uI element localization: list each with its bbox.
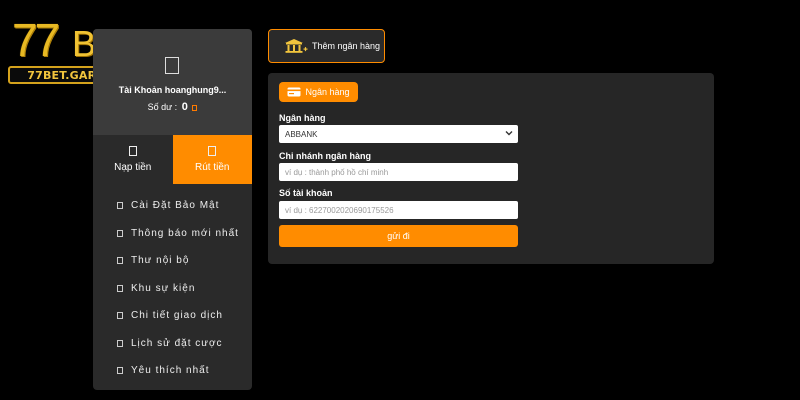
sidebar-item-inbox[interactable]: Thư nội bộ — [93, 247, 252, 275]
account-number-label: Số tài khoản — [279, 188, 333, 198]
submit-button[interactable]: gửi đi — [279, 225, 518, 247]
favorite-icon — [117, 367, 123, 375]
account-name: Tài Khoản hoanghung9... — [118, 85, 227, 95]
event-icon — [117, 284, 123, 292]
tab-withdraw-label: Rút tiền — [195, 162, 230, 173]
sidebar-item-security[interactable]: Cài Đặt Bảo Mật — [93, 192, 252, 220]
bank-tag[interactable]: Ngân hàng — [279, 82, 358, 102]
sidebar-item-events[interactable]: Khu sự kiện — [93, 275, 252, 303]
withdraw-icon — [208, 146, 217, 156]
history-icon — [117, 339, 123, 347]
sidebar-item-notifications[interactable]: Thông báo mới nhất — [93, 220, 252, 248]
tab-withdraw[interactable]: Rút tiền — [172, 135, 252, 184]
branch-label: Chi nhánh ngân hàng — [279, 151, 371, 161]
account-sidebar: Tài Khoản hoanghung9... Số dư : 0 Nạp ti… — [93, 29, 252, 390]
tab-deposit[interactable]: Nạp tiền — [93, 135, 173, 184]
avatar-icon — [165, 57, 179, 74]
sidebar-item-bet-history[interactable]: Lịch sử đặt cược — [93, 330, 252, 358]
branch-input[interactable] — [279, 163, 518, 181]
wallet-tabs: Nạp tiền Rút tiền — [93, 135, 252, 184]
sidebar-item-label: Thông báo mới nhất — [131, 227, 239, 239]
sidebar-menu: Cài Đặt Bảo Mật Thông báo mới nhất Thư n… — [93, 184, 252, 385]
bank-form-panel: Ngân hàng Ngân hàng ABBANK Chi nhánh ngâ… — [268, 73, 714, 264]
account-number-input[interactable] — [279, 201, 518, 219]
sidebar-item-label: Chi tiết giao dịch — [131, 310, 223, 322]
profile-card: Tài Khoản hoanghung9... Số dư : 0 — [93, 29, 252, 135]
bank-select[interactable]: ABBANK — [279, 125, 518, 143]
add-bank-button[interactable]: Thêm ngân hàng — [268, 29, 385, 63]
bank-label: Ngân hàng — [279, 113, 326, 123]
transaction-icon — [117, 312, 123, 320]
security-icon — [117, 202, 123, 210]
logo-mark: 77 — [12, 14, 60, 66]
balance-label: Số dư : — [147, 102, 178, 112]
mail-icon — [117, 257, 123, 265]
balance: Số dư : 0 — [93, 101, 252, 113]
deposit-icon — [128, 146, 137, 156]
add-bank-label: Thêm ngân hàng — [312, 41, 381, 51]
coin-icon — [192, 104, 198, 111]
bank-tag-label: Ngân hàng — [305, 87, 350, 97]
bank-select-value: ABBANK — [285, 129, 318, 139]
sidebar-item-favorites[interactable]: Yêu thích nhất — [93, 357, 252, 385]
bank-icon — [285, 39, 308, 53]
sidebar-item-label: Cài Đặt Bảo Mật — [131, 200, 220, 212]
sidebar-item-label: Khu sự kiện — [131, 282, 196, 294]
card-icon — [287, 87, 301, 97]
chevron-down-icon — [505, 131, 513, 136]
balance-value: 0 — [181, 101, 188, 113]
tab-deposit-label: Nạp tiền — [114, 162, 152, 173]
notification-icon — [117, 229, 123, 237]
sidebar-item-label: Yêu thích nhất — [131, 365, 210, 377]
sidebar-item-label: Thư nội bộ — [131, 255, 190, 267]
sidebar-item-label: Lịch sử đặt cược — [131, 337, 223, 349]
sidebar-item-transactions[interactable]: Chi tiết giao dịch — [93, 302, 252, 330]
